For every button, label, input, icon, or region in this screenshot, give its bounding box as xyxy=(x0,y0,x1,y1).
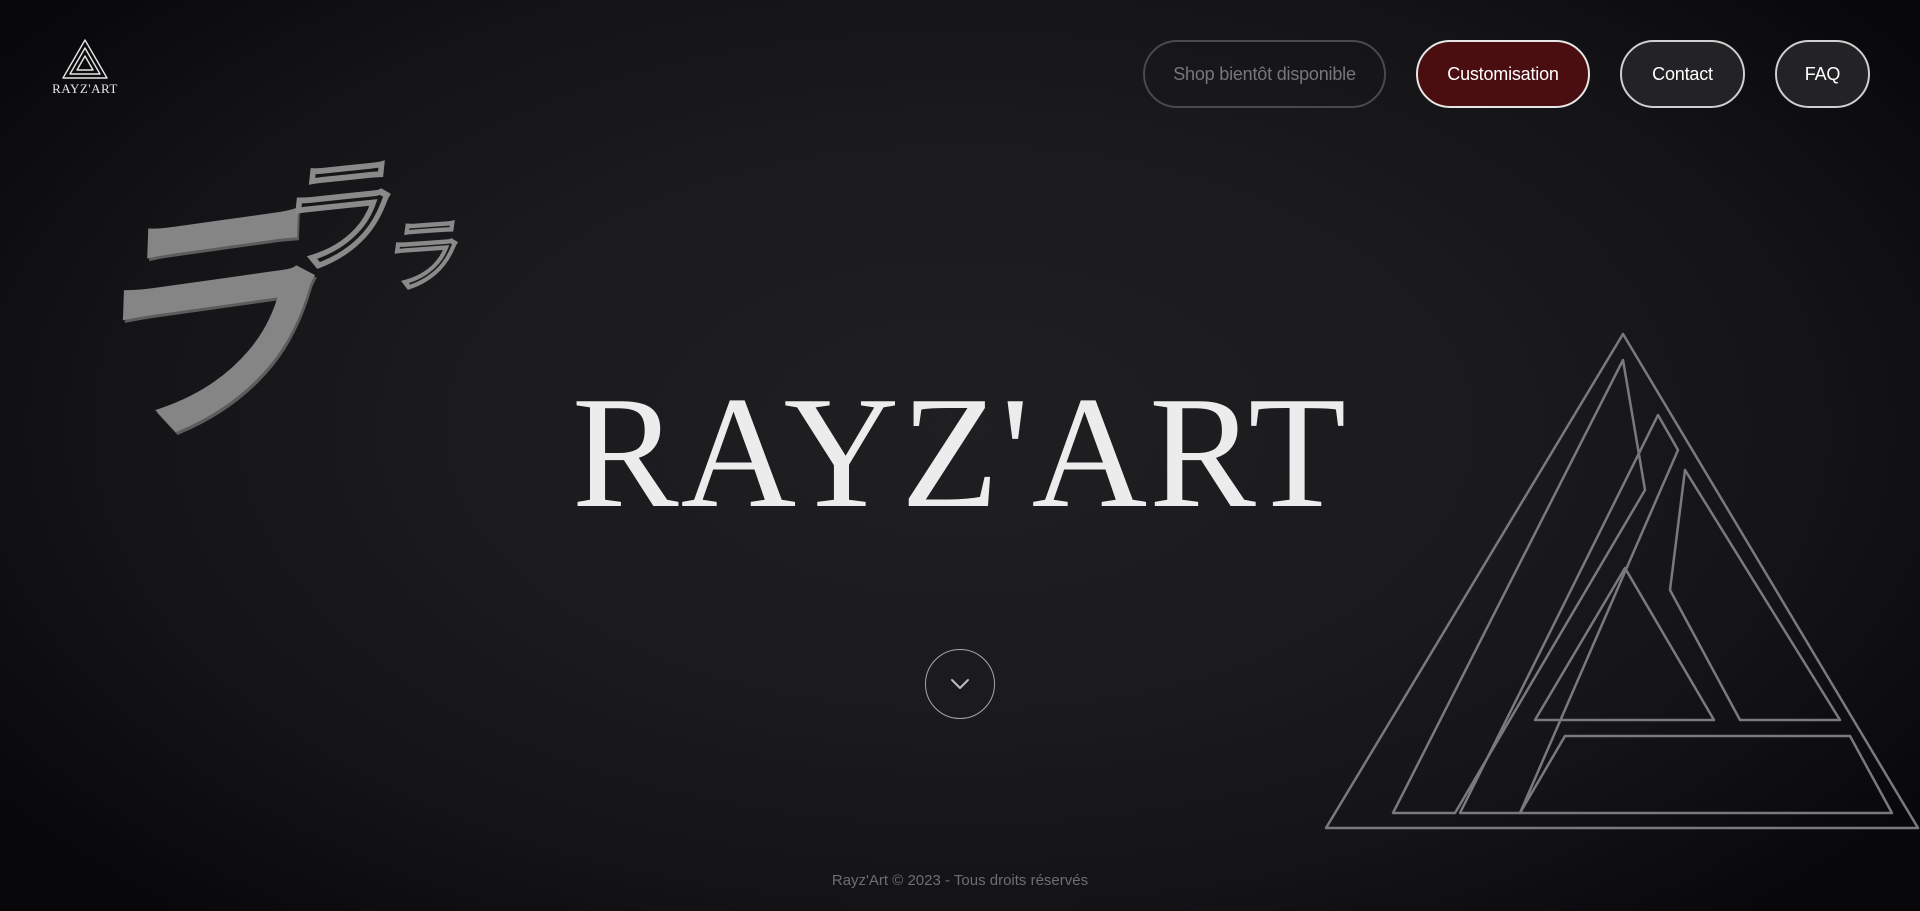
triangle-logo-icon xyxy=(62,39,108,79)
contact-button[interactable]: Contact xyxy=(1620,40,1745,108)
customisation-button[interactable]: Customisation xyxy=(1416,40,1590,108)
scroll-down-button[interactable] xyxy=(925,649,995,719)
faq-button[interactable]: FAQ xyxy=(1775,40,1870,108)
logo-text: RAYZ'ART xyxy=(52,81,118,96)
site-logo[interactable]: RAYZ'ART xyxy=(48,38,122,98)
chevron-down-icon xyxy=(951,679,969,689)
footer-copyright: Rayz'Art © 2023 - Tous droits réservés xyxy=(831,872,1089,889)
triangle-emblem-icon xyxy=(1324,332,1920,830)
shop-button[interactable]: Shop bientôt disponible xyxy=(1143,40,1386,108)
katakana-ra-small: ラ xyxy=(378,208,471,307)
